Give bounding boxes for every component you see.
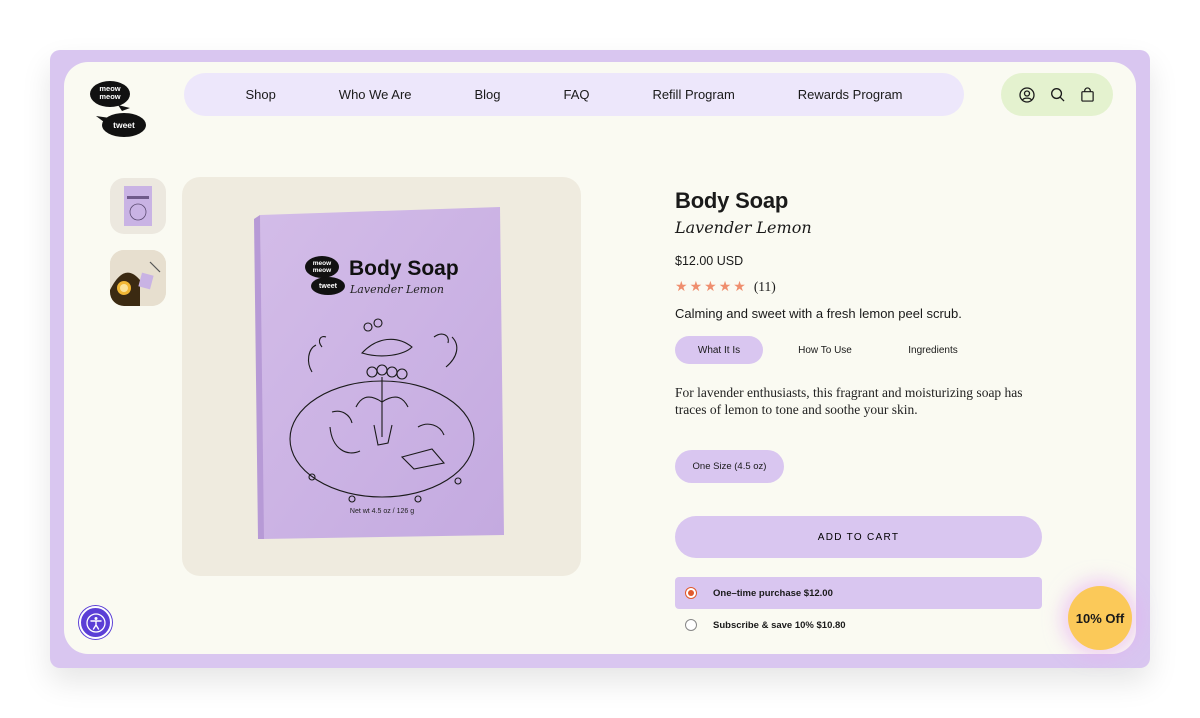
discount-badge[interactable]: 10% Off [1068, 586, 1132, 650]
star-icon: ★ [733, 278, 746, 294]
star-icon: ★ [718, 278, 732, 294]
browser-frame: meow meow tweet Shop Who We Are Blog FAQ… [50, 50, 1150, 668]
review-count[interactable]: (11) [754, 279, 776, 295]
product-title: Body Soap [675, 188, 789, 213]
nav-shop[interactable]: Shop [245, 87, 275, 102]
tab-ingredients[interactable]: Ingredients [887, 336, 979, 364]
svg-text:meow: meow [313, 260, 332, 267]
purchase-option-subscribe[interactable]: Subscribe & save 10% $10.80 [675, 609, 1042, 641]
purchase-option-label: One–time purchase $12.00 [713, 587, 833, 599]
logo-text-bottom: tweet [113, 120, 135, 130]
radio-unselected[interactable] [685, 619, 697, 631]
nav-rewards-program[interactable]: Rewards Program [798, 87, 903, 102]
product-description: For lavender enthusiasts, this fragrant … [675, 385, 1023, 417]
box-subtitle: Lavender Lemon [349, 283, 444, 296]
soap-box-thumb-image [124, 186, 152, 226]
box-logo-bottom: tweet [319, 283, 338, 290]
size-option-button[interactable]: One Size (4.5 oz) [675, 450, 784, 483]
product-rating[interactable]: ★ ★ ★ ★ ★ (11) [675, 278, 776, 295]
tab-what-it-is[interactable]: What It Is [675, 336, 763, 364]
accessibility-button[interactable] [79, 606, 112, 639]
lifestyle-thumb-image [110, 250, 166, 306]
box-title: Body Soap [349, 257, 459, 280]
thumbnail-box[interactable] [110, 178, 166, 234]
svg-text:meow: meow [313, 267, 332, 274]
brand-logo[interactable]: meow meow tweet [88, 78, 150, 140]
main-product-image: meow meow tweet Body Soap Lavender Lemon [182, 177, 581, 576]
nav-blog[interactable]: Blog [474, 87, 500, 102]
add-to-cart-button[interactable]: ADD TO CART [675, 516, 1042, 558]
main-nav: Shop Who We Are Blog FAQ Refill Program … [184, 73, 964, 116]
star-icon: ★ [675, 278, 688, 294]
box-weight: Net wt 4.5 oz / 126 g [350, 508, 414, 515]
nav-who-we-are[interactable]: Who We Are [339, 87, 412, 102]
thumbnail-lifestyle[interactable] [110, 250, 166, 306]
account-icon[interactable] [1017, 85, 1037, 105]
product-tagline: Calming and sweet with a fresh lemon pee… [675, 306, 962, 321]
header-icons [1001, 73, 1113, 116]
tab-how-to-use[interactable]: How To Use [763, 336, 887, 364]
radio-selected[interactable] [685, 587, 697, 599]
search-icon[interactable] [1047, 85, 1067, 105]
purchase-option-label: Subscribe & save 10% $10.80 [713, 619, 846, 631]
svg-text:meow: meow [99, 92, 120, 101]
accessibility-icon [85, 612, 106, 633]
soap-box-image: meow meow tweet Body Soap Lavender Lemon [254, 207, 504, 539]
product-page: meow meow tweet Shop Who We Are Blog FAQ… [64, 62, 1136, 654]
cart-icon[interactable] [1077, 85, 1097, 105]
purchase-option-one-time[interactable]: One–time purchase $12.00 [675, 577, 1042, 609]
product-price: $12.00 USD [675, 254, 744, 268]
product-tabs: What It Is How To Use Ingredients [675, 336, 979, 364]
star-icon: ★ [704, 278, 717, 294]
nav-faq[interactable]: FAQ [563, 87, 589, 102]
nav-refill-program[interactable]: Refill Program [652, 87, 734, 102]
star-icon: ★ [689, 278, 703, 294]
product-subtitle: Lavender Lemon [675, 218, 812, 237]
